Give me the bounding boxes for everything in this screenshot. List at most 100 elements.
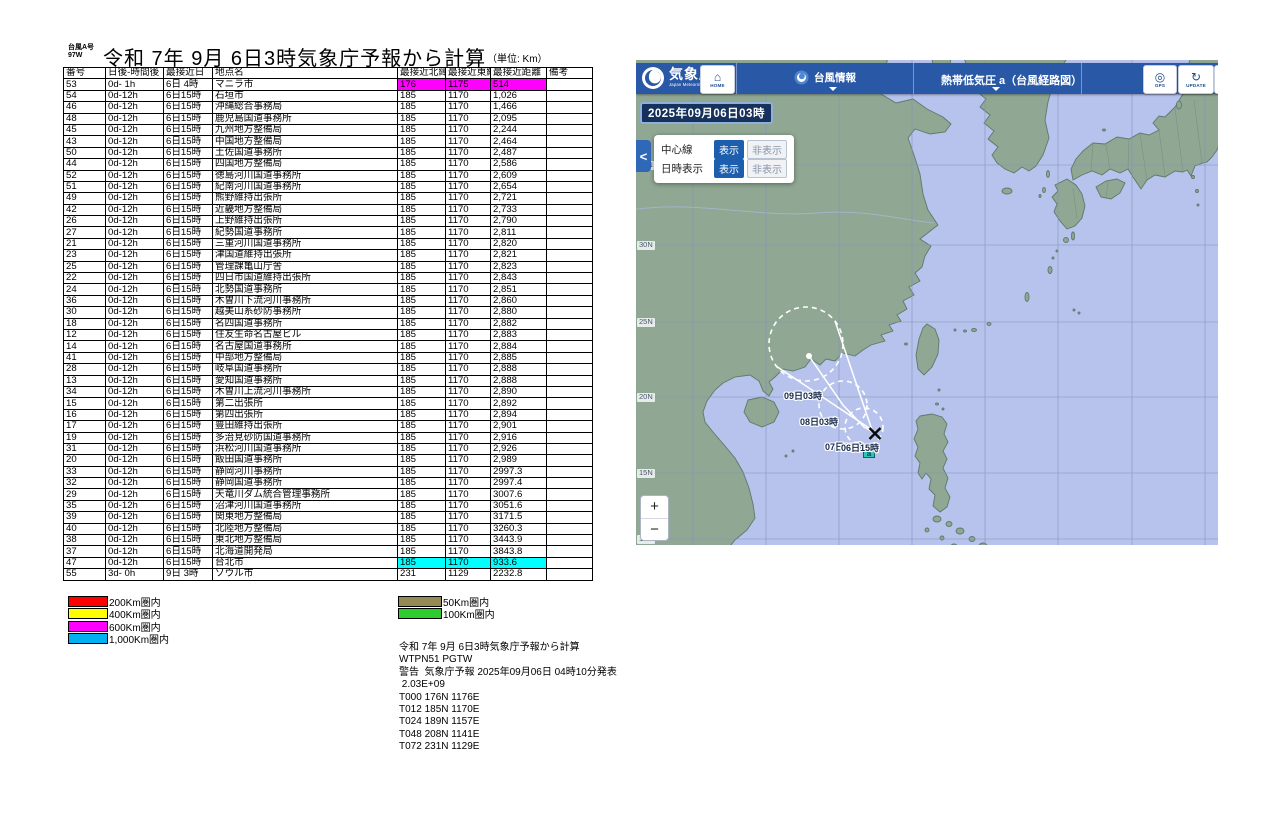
cell-lon: 1170 — [446, 193, 491, 204]
cell-lon: 1129 — [446, 569, 491, 580]
cell-remarks — [547, 307, 593, 318]
cell-distance: 2,888 — [491, 364, 547, 375]
cell-lon: 1170 — [446, 261, 491, 272]
cell-distance: 2,882 — [491, 318, 547, 329]
col-lat: 最接近北緯 — [398, 68, 446, 79]
cell-number: 31 — [64, 443, 106, 454]
cell-remarks — [547, 318, 593, 329]
datetime-show-button[interactable]: 表示 — [714, 159, 744, 178]
table-row: 13 0d-12h 6日15時 愛知国道事務所 185 1170 2,888 — [64, 375, 593, 386]
forecast-source-text: 令和 7年 9月 6日3時気象庁予報から計算WTPN51 PGTW警告 気象庁予… — [399, 642, 617, 754]
nav-typhoon-info[interactable]: 台風情報 — [794, 70, 856, 85]
cell-date: 6日15時 — [164, 193, 213, 204]
cell-lon: 1170 — [446, 466, 491, 477]
cell-lon: 1170 — [446, 307, 491, 318]
table-row: 37 0d-12h 6日15時 北海道開発局 185 1170 3843.8 — [64, 546, 593, 557]
cell-place: 愛知国道事務所 — [213, 375, 398, 386]
cell-date: 6日15時 — [164, 523, 213, 534]
cell-remarks — [547, 295, 593, 306]
source-line: T024 189N 1157E — [399, 716, 617, 728]
cell-offset: 0d-12h — [106, 364, 164, 375]
cell-date: 6日15時 — [164, 375, 213, 386]
cell-lat: 185 — [398, 455, 446, 466]
cell-offset: 0d-12h — [106, 443, 164, 454]
cell-lat: 185 — [398, 466, 446, 477]
cell-place: 名四国道事務所 — [213, 318, 398, 329]
cell-place: 紀勢国道事務所 — [213, 227, 398, 238]
chevron-down-icon[interactable] — [829, 87, 837, 91]
cell-lon: 1170 — [446, 421, 491, 432]
col-date: 最接近日 — [164, 68, 213, 79]
cell-distance: 2,851 — [491, 284, 547, 295]
cell-distance: 2,860 — [491, 295, 547, 306]
amami — [1048, 267, 1052, 274]
center-line-show-button[interactable]: 表示 — [714, 140, 744, 159]
cell-place: 石垣市 — [213, 90, 398, 101]
home-button[interactable]: ⌂ HOME — [700, 65, 735, 94]
cell-offset: 0d-12h — [106, 227, 164, 238]
okinawa — [1025, 293, 1029, 302]
cell-lat: 185 — [398, 500, 446, 511]
cell-offset: 0d-12h — [106, 489, 164, 500]
cell-offset: 0d-12h — [106, 238, 164, 249]
zoom-out-button[interactable]: − — [641, 519, 668, 541]
table-row: 21 0d-12h 6日15時 三重河川国道事務所 185 1170 2,820 — [64, 238, 593, 249]
gps-icon: ◎ — [1155, 71, 1165, 83]
cell-number: 13 — [64, 375, 106, 386]
cell-date: 6日15時 — [164, 489, 213, 500]
cell-number: 15 — [64, 398, 106, 409]
cell-lat: 185 — [398, 181, 446, 192]
cell-number: 32 — [64, 478, 106, 489]
cell-place: 第四出張所 — [213, 409, 398, 420]
cell-offset: 0d-12h — [106, 124, 164, 135]
cell-remarks — [547, 546, 593, 557]
page: { "sheet": { "badge1": "台風A号", "badge2":… — [0, 0, 1276, 825]
col-number: 番号 — [64, 68, 106, 79]
cell-place: 九州地方整備局 — [213, 124, 398, 135]
cell-lon: 1170 — [446, 159, 491, 170]
cell-distance: 2,890 — [491, 386, 547, 397]
cell-distance: 2,790 — [491, 216, 547, 227]
table-row: 54 0d-12h 6日15時 石垣市 185 1170 1,026 — [64, 90, 593, 101]
datetime-hide-button[interactable]: 非表示 — [747, 159, 787, 178]
legend-swatch — [68, 608, 108, 619]
cell-remarks — [547, 466, 593, 477]
cell-distance: 3843.8 — [491, 546, 547, 557]
legend-swatch — [68, 596, 108, 607]
cell-distance: 2,901 — [491, 421, 547, 432]
center-line-hide-button[interactable]: 非表示 — [747, 140, 787, 159]
legend-right: 50Km圏内 100Km圏内 — [398, 595, 495, 620]
chevron-down-icon[interactable] — [992, 87, 1000, 91]
gps-button[interactable]: ◎ GPS — [1143, 65, 1177, 94]
typhoon-track-map[interactable]: a 35N 30N 25N 20N 15N 10N 09日03時 08日03時 … — [636, 60, 1218, 545]
nav-tropical-depression[interactable]: 熱帯低気圧 a（台風経路図） — [941, 72, 1082, 88]
lat-label-30n: 30N — [637, 241, 655, 250]
nav-tropical-label: 熱帯低気圧 a（台風経路図） — [941, 72, 1082, 88]
update-button[interactable]: ↻ UPDATE — [1178, 65, 1214, 94]
cell-place: 静岡国道事務所 — [213, 478, 398, 489]
cell-lat: 185 — [398, 295, 446, 306]
cell-number: 47 — [64, 557, 106, 568]
cell-lat: 185 — [398, 318, 446, 329]
panel-collapse-button[interactable]: < — [636, 140, 651, 172]
zoom-in-button[interactable]: + — [641, 496, 668, 519]
cell-remarks — [547, 124, 593, 135]
cell-lon: 1170 — [446, 364, 491, 375]
cell-remarks — [547, 238, 593, 249]
cell-place: 鹿児島国道事務所 — [213, 113, 398, 124]
cell-number: 48 — [64, 113, 106, 124]
cell-offset: 0d-12h — [106, 512, 164, 523]
cell-distance: 2,487 — [491, 147, 547, 158]
cell-remarks — [547, 204, 593, 215]
map-canvas[interactable]: a — [636, 60, 1218, 545]
cell-offset: 0d-12h — [106, 250, 164, 261]
cell-number: 50 — [64, 147, 106, 158]
cell-lon: 1170 — [446, 352, 491, 363]
cell-distance: 2,095 — [491, 113, 547, 124]
cell-date: 6日15時 — [164, 535, 213, 546]
clipped-button[interactable] — [1214, 65, 1218, 94]
cell-lat: 185 — [398, 375, 446, 386]
cell-lon: 1170 — [446, 227, 491, 238]
cell-place: 北勢国道事務所 — [213, 284, 398, 295]
cell-remarks — [547, 398, 593, 409]
